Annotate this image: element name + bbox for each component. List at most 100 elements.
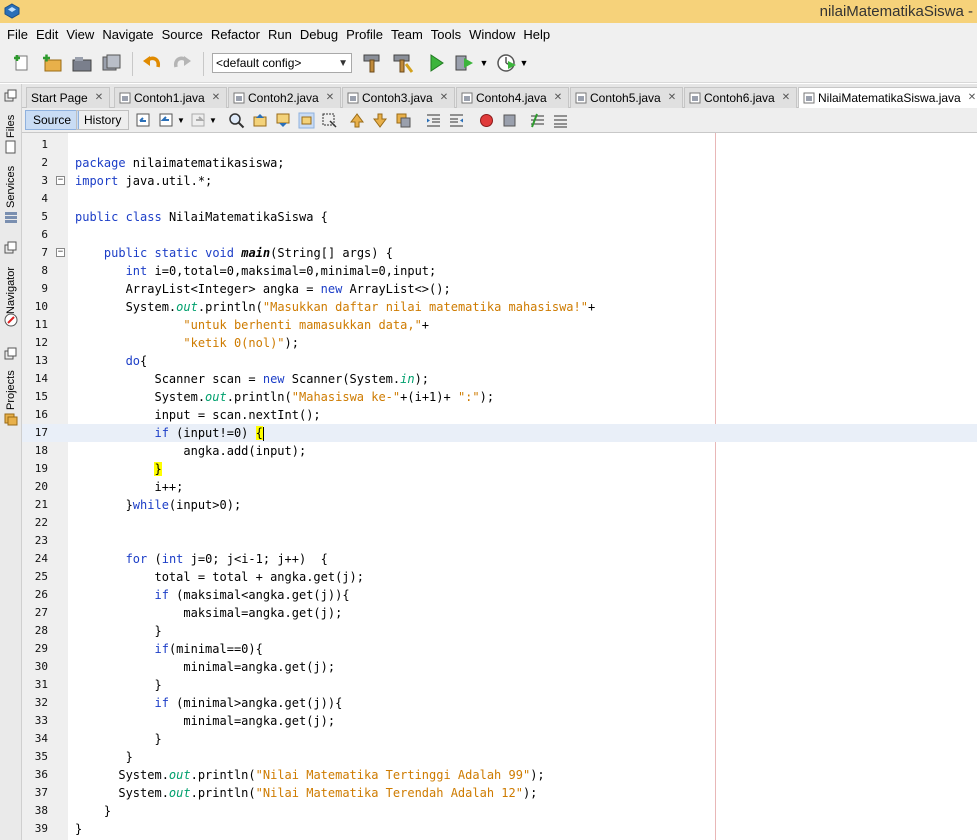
menu-run[interactable]: Run (264, 24, 296, 46)
tab-start-page[interactable]: Start Page ✕ (26, 87, 111, 108)
services-panel-tab[interactable]: Services (3, 160, 19, 208)
tab-contoh4[interactable]: Contoh4.java ✕ (456, 87, 570, 108)
code-line[interactable]: 36 System.out.println("Nilai Matematika … (22, 766, 977, 784)
code-line[interactable]: 34 } (22, 730, 977, 748)
projects-panel-tab[interactable]: Projects (3, 366, 19, 410)
code-line[interactable]: 16 input = scan.nextInt(); (22, 406, 977, 424)
profile-dropdown-button[interactable]: ▼ (518, 51, 530, 75)
tab-contoh5[interactable]: Contoh5.java ✕ (570, 87, 684, 108)
run-button[interactable] (424, 51, 448, 75)
menu-view[interactable]: View (62, 24, 98, 46)
close-icon[interactable]: ✕ (668, 88, 676, 108)
code-line[interactable]: 30 minimal=angka.get(j); (22, 658, 977, 676)
menu-profile[interactable]: Profile (342, 24, 387, 46)
code-line[interactable]: 23 (22, 532, 977, 550)
next-bookmark-icon[interactable] (372, 112, 389, 129)
code-line[interactable]: 33 minimal=angka.get(j); (22, 712, 977, 730)
shift-left-icon[interactable] (425, 112, 442, 129)
code-line[interactable]: 7− public static void main(String[] args… (22, 244, 977, 262)
code-line[interactable]: 14 Scanner scan = new Scanner(System.in)… (22, 370, 977, 388)
open-project-button[interactable] (70, 51, 94, 75)
previous-bookmark-icon[interactable] (349, 112, 366, 129)
code-line[interactable]: 12 "ketik 0(nol)"); (22, 334, 977, 352)
code-line[interactable]: 3− import java.util.*; (22, 172, 977, 190)
record-macro-icon[interactable] (478, 112, 495, 129)
menu-window[interactable]: Window (465, 24, 519, 46)
save-all-button[interactable] (100, 51, 124, 75)
code-line[interactable]: 29 if(minimal==0){ (22, 640, 977, 658)
chevron-down-icon[interactable]: ▼ (177, 112, 186, 129)
close-icon[interactable]: ✕ (968, 88, 976, 108)
new-file-button[interactable] (10, 51, 34, 75)
code-line[interactable]: 32 if (minimal>angka.get(j)){ (22, 694, 977, 712)
new-project-button[interactable] (40, 51, 64, 75)
last-edit-icon[interactable] (135, 112, 152, 129)
code-line[interactable]: 31 } (22, 676, 977, 694)
history-tab[interactable]: History (76, 110, 130, 130)
menu-edit[interactable]: Edit (32, 24, 62, 46)
code-line[interactable]: 18 angka.add(input); (22, 442, 977, 460)
menu-tools[interactable]: Tools (427, 24, 465, 46)
tab-contoh3[interactable]: Contoh3.java ✕ (342, 87, 456, 108)
find-previous-icon[interactable] (252, 112, 269, 129)
code-line[interactable]: 6 (22, 226, 977, 244)
shift-right-icon[interactable] (448, 112, 465, 129)
uncomment-icon[interactable] (552, 112, 569, 129)
tab-contoh2[interactable]: Contoh2.java ✕ (228, 87, 342, 108)
tab-contoh6[interactable]: Contoh6.java ✕ (684, 87, 798, 108)
menu-team[interactable]: Team (387, 24, 427, 46)
tab-nilai-matematika-siswa[interactable]: NilaiMatematikaSiswa.java ✕ (798, 87, 977, 108)
close-icon[interactable]: ✕ (782, 88, 790, 108)
code-editor[interactable]: 1 2 package nilaimatematikasiswa; 3− import … (22, 133, 977, 840)
code-line[interactable]: 10 System.out.println("Masukkan daftar n… (22, 298, 977, 316)
code-line[interactable]: 1 (22, 136, 977, 154)
code-line[interactable]: 20 i++; (22, 478, 977, 496)
chevron-down-icon[interactable]: ▼ (209, 112, 218, 129)
code-line[interactable]: 24 for (int j=0; j<i-1; j++) { (22, 550, 977, 568)
toggle-highlight-icon[interactable] (298, 112, 315, 129)
close-icon[interactable]: ✕ (95, 88, 103, 108)
code-line[interactable]: 25 total = total + angka.get(j); (22, 568, 977, 586)
files-panel-tab[interactable]: Files (3, 106, 19, 138)
source-tab[interactable]: Source (25, 110, 80, 130)
find-icon[interactable] (228, 112, 245, 129)
close-icon[interactable]: ✕ (326, 88, 334, 108)
undo-button[interactable] (140, 51, 164, 75)
close-icon[interactable]: ✕ (440, 88, 448, 108)
close-icon[interactable]: ✕ (554, 88, 562, 108)
debug-dropdown-button[interactable]: ▼ (478, 51, 490, 75)
rectangular-selection-icon[interactable] (321, 112, 338, 129)
code-line[interactable]: 39} (22, 820, 977, 838)
code-line[interactable]: 11 "untuk berhenti mamasukkan data,"+ (22, 316, 977, 334)
toggle-bookmark-icon[interactable] (395, 112, 412, 129)
profile-button[interactable] (495, 51, 519, 75)
code-line[interactable]: 19 } (22, 460, 977, 478)
code-line[interactable]: 13 do{ (22, 352, 977, 370)
debug-button[interactable] (453, 51, 477, 75)
code-line[interactable]: 21 }while(input>0); (22, 496, 977, 514)
clean-build-button[interactable] (391, 51, 415, 75)
code-line[interactable]: 38 } (22, 802, 977, 820)
code-line[interactable]: 17 if (input!=0) { (22, 424, 977, 442)
navigator-panel-tab[interactable]: Navigator (3, 260, 19, 314)
code-line[interactable]: 15 System.out.println("Mahasiswa ke-"+(i… (22, 388, 977, 406)
forward-icon[interactable] (190, 112, 207, 129)
close-icon[interactable]: ✕ (212, 88, 220, 108)
code-line[interactable]: 2 package nilaimatematikasiswa; (22, 154, 977, 172)
code-line[interactable]: 37 System.out.println("Nilai Matematika … (22, 784, 977, 802)
code-line[interactable]: 5 public class NilaiMatematikaSiswa { (22, 208, 977, 226)
build-button[interactable] (360, 51, 384, 75)
menu-help[interactable]: Help (519, 24, 554, 46)
back-icon[interactable] (158, 112, 175, 129)
menu-source[interactable]: Source (158, 24, 207, 46)
find-next-icon[interactable] (275, 112, 292, 129)
code-line[interactable]: 28 } (22, 622, 977, 640)
menu-debug[interactable]: Debug (296, 24, 342, 46)
code-line[interactable]: 27 maksimal=angka.get(j); (22, 604, 977, 622)
configuration-select[interactable]: <default config> ▼ (212, 53, 352, 73)
menu-refactor[interactable]: Refactor (207, 24, 264, 46)
code-line[interactable]: 22 (22, 514, 977, 532)
code-line[interactable]: 4 (22, 190, 977, 208)
stop-macro-icon[interactable] (501, 112, 518, 129)
menu-file[interactable]: File (3, 24, 32, 46)
